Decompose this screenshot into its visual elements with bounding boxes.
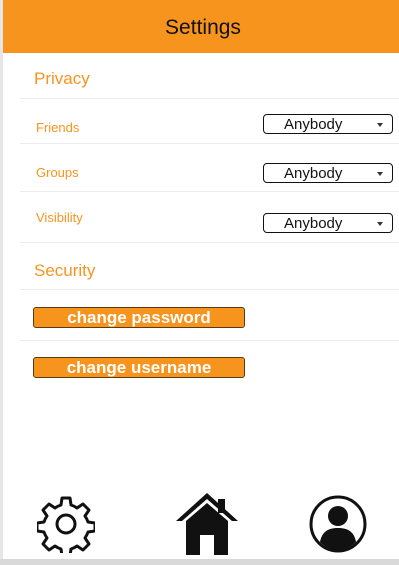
divider <box>20 340 399 341</box>
change-password-button[interactable]: change password <box>33 307 245 328</box>
visibility-label: Visibility <box>36 210 83 225</box>
app-header: Settings <box>3 0 399 53</box>
friends-select[interactable]: Anybody <box>263 114 393 134</box>
dropdown-arrow-icon <box>377 172 383 176</box>
dropdown-arrow-icon <box>377 222 383 226</box>
divider <box>20 98 399 99</box>
change-username-button[interactable]: change username <box>33 357 245 378</box>
user-icon[interactable] <box>309 495 367 553</box>
divider <box>20 143 399 144</box>
home-icon[interactable] <box>174 491 240 555</box>
groups-select[interactable]: Anybody <box>263 163 393 183</box>
left-edge <box>0 0 3 565</box>
divider <box>20 242 399 243</box>
groups-select-value: Anybody <box>284 165 343 182</box>
visibility-select-value: Anybody <box>284 215 343 232</box>
divider <box>20 289 399 290</box>
privacy-section-title: Privacy <box>34 69 90 88</box>
friends-select-value: Anybody <box>284 116 343 133</box>
visibility-select[interactable]: Anybody <box>263 213 393 233</box>
dropdown-arrow-icon <box>377 123 383 127</box>
bottom-bar-edge <box>0 559 399 565</box>
page-title: Settings <box>165 15 241 39</box>
security-section-title: Security <box>34 261 96 280</box>
groups-label: Groups <box>36 165 79 180</box>
gear-icon[interactable] <box>37 495 95 553</box>
divider <box>20 191 399 192</box>
friends-label: Friends <box>36 120 80 135</box>
